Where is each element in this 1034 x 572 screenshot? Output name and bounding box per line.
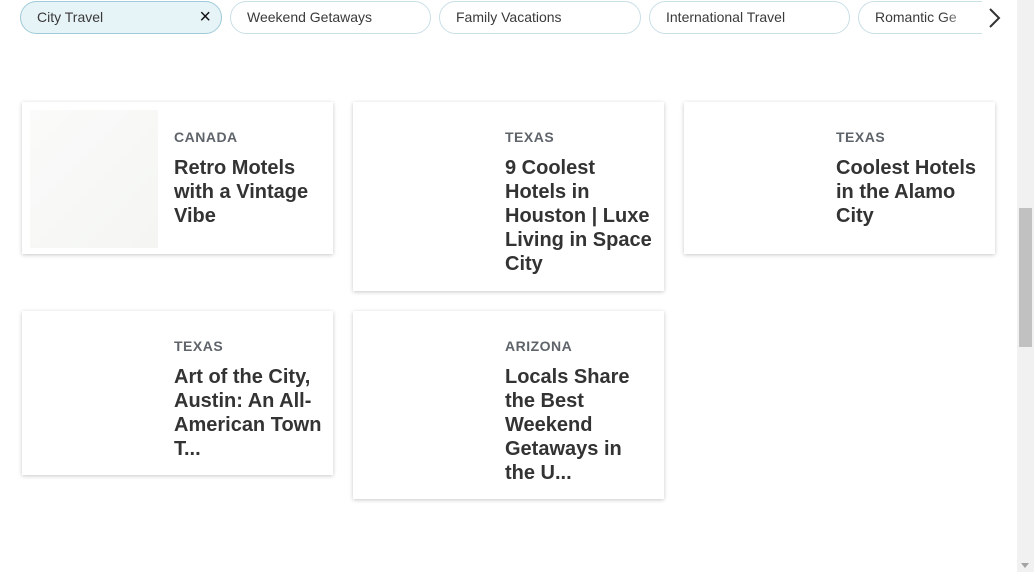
card-title[interactable]: Locals Share the Best Weekend Getaways i… [505, 365, 655, 485]
article-card[interactable]: TEXAS Coolest Hotels in the Alamo City [684, 102, 995, 254]
article-card[interactable]: CANADA Retro Motels with a Vintage Vibe [22, 102, 333, 254]
filter-chip-bar: City Travel × Weekend Getaways Family Va… [20, 0, 1008, 36]
card-title[interactable]: Retro Motels with a Vintage Vibe [174, 156, 324, 228]
chip-label: Romantic Ge [875, 9, 957, 25]
chip-label: Family Vacations [456, 9, 562, 25]
article-card[interactable]: TEXAS 9 Coolest Hotels in Houston | Luxe… [353, 102, 664, 291]
vertical-scrollbar[interactable] [1017, 0, 1034, 572]
card-location: ARIZONA [505, 338, 573, 354]
chevron-right-icon[interactable] [982, 4, 1008, 32]
article-card[interactable]: ARIZONA Locals Share the Best Weekend Ge… [353, 311, 664, 499]
article-card[interactable]: TEXAS Art of the City, Austin: An All-Am… [22, 311, 333, 475]
chip-label: Weekend Getaways [247, 9, 373, 25]
card-title[interactable]: 9 Coolest Hotels in Houston | Luxe Livin… [505, 156, 655, 276]
chip-weekend-getaways[interactable]: Weekend Getaways [230, 1, 431, 34]
close-icon[interactable]: × [199, 2, 211, 33]
card-title[interactable]: Art of the City, Austin: An All-American… [174, 365, 324, 461]
chip-city-travel[interactable]: City Travel × [20, 1, 222, 34]
scroll-down-arrow-icon[interactable] [1021, 563, 1029, 568]
scrollbar-thumb[interactable] [1019, 208, 1032, 347]
article-thumbnail[interactable] [30, 110, 158, 248]
card-title[interactable]: Coolest Hotels in the Alamo City [836, 156, 986, 228]
article-thumbnail[interactable] [692, 110, 820, 248]
card-location: TEXAS [505, 129, 555, 145]
article-thumbnail[interactable] [361, 110, 489, 248]
chip-romantic-getaways[interactable]: Romantic Ge [858, 1, 982, 34]
article-thumbnail[interactable] [361, 319, 489, 457]
chip-label: International Travel [666, 9, 786, 25]
card-location: TEXAS [174, 338, 224, 354]
chip-international-travel[interactable]: International Travel [649, 1, 850, 34]
chip-label: City Travel [37, 9, 104, 25]
card-location: TEXAS [836, 129, 886, 145]
article-thumbnail[interactable] [30, 319, 158, 457]
chip-family-vacations[interactable]: Family Vacations [439, 1, 641, 34]
card-location: CANADA [174, 129, 238, 145]
